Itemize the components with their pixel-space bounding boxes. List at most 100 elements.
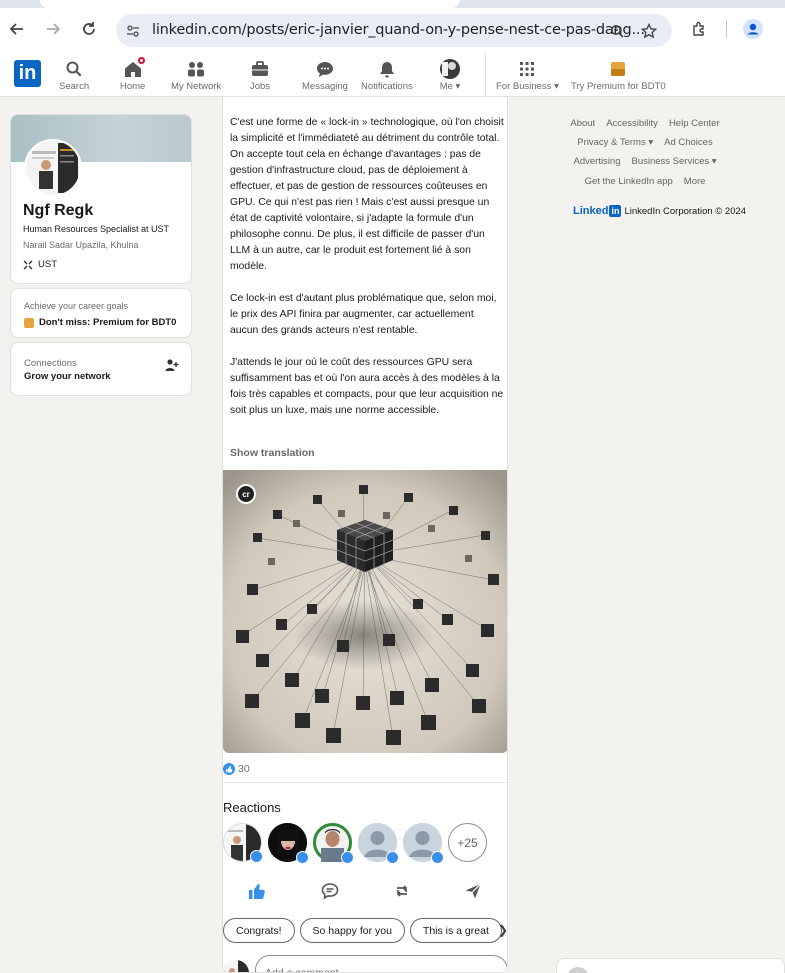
profile-company[interactable]: UST <box>23 259 57 270</box>
premium-icon <box>24 317 34 328</box>
reactor-avatar[interactable] <box>403 823 444 864</box>
nav-home[interactable]: Home <box>120 55 147 95</box>
address-bar[interactable]: linkedin.com/posts/eric-janvier_quand-on… <box>116 14 672 47</box>
comment-icon <box>321 883 339 900</box>
browser-chrome: linkedin.com/posts/eric-janvier_quand-on… <box>0 0 785 53</box>
footer-links-row: Advertising Business Services ▾ <box>520 156 770 167</box>
repost-button[interactable] <box>390 879 414 903</box>
post-image[interactable]: cr <box>223 470 507 753</box>
profile-location: Narail Sadar Upazila, Khulna <box>23 240 139 250</box>
avatar <box>223 960 249 972</box>
reactor-avatar[interactable] <box>358 823 399 864</box>
comment-box: Add a comment... <box>223 955 507 972</box>
quick-reply-chip[interactable]: This is a great <box>409 918 502 943</box>
network-icon <box>185 59 207 79</box>
more-reactors-button[interactable]: +25 <box>448 823 487 862</box>
thumbs-up-icon <box>249 884 265 899</box>
connections-card[interactable]: Connections Grow your network <box>10 342 192 396</box>
chevron-right-icon[interactable]: ❯ <box>498 923 507 937</box>
footer-links-row: Privacy & Terms ▾ Ad Choices <box>520 137 770 148</box>
active-tab[interactable] <box>40 0 460 8</box>
briefcase-icon <box>249 59 271 79</box>
profile-name[interactable]: Ngf Regk <box>23 202 93 220</box>
nav-notifications[interactable]: Notifications <box>361 59 413 95</box>
career-goals-card[interactable]: Achieve your career goals Don't miss: Pr… <box>10 288 192 338</box>
network-cubes-illustration <box>223 470 507 753</box>
connections-title: Connections <box>24 358 77 369</box>
messaging-icon <box>314 59 336 79</box>
reactor-avatar[interactable] <box>313 823 354 864</box>
forward-arrow-icon <box>47 23 61 35</box>
site-info-icon[interactable] <box>122 20 144 42</box>
premium-cta[interactable]: Don't miss: Premium for BDT0 <box>24 317 176 328</box>
profile-card[interactable]: Ngf Regk Human Resources Specialist at U… <box>10 114 192 284</box>
like-icon <box>431 851 444 864</box>
add-person-icon <box>165 359 179 371</box>
footer-link[interactable]: Business Services ▾ <box>631 156 716 167</box>
nav-my-network[interactable]: My Network <box>171 59 221 95</box>
footer-link[interactable]: About <box>570 118 595 129</box>
reactor-avatar[interactable] <box>223 823 263 863</box>
career-goals-title: Achieve your career goals <box>24 301 129 311</box>
quick-reply-chip[interactable]: Congrats! <box>223 918 295 943</box>
search-icon <box>63 59 85 79</box>
like-icon <box>341 851 354 864</box>
nav-for-business[interactable]: For Business ▾ <box>496 59 559 95</box>
footer-link[interactable]: Help Center <box>669 118 720 129</box>
footer-link[interactable]: Ad Choices <box>664 137 713 148</box>
company-icon <box>23 260 33 269</box>
quick-reply-chips: Congrats! So happy for you This is a gre… <box>223 918 502 943</box>
show-translation-button[interactable]: Show translation <box>230 447 315 459</box>
send-button[interactable] <box>461 879 485 903</box>
extensions-icon[interactable] <box>686 16 712 42</box>
messaging-overlay[interactable]: • • • <box>556 958 785 973</box>
profile-headline: Human Resources Specialist at UST <box>23 224 170 234</box>
post-paragraph: C'est une forme de « lock-in » technolog… <box>230 117 504 272</box>
forward-button[interactable] <box>40 16 66 42</box>
notification-dot <box>135 55 147 66</box>
grow-network-link[interactable]: Grow your network <box>24 371 111 382</box>
footer-links-row: About Accessibility Help Center <box>520 118 770 129</box>
reload-button[interactable] <box>76 16 102 42</box>
like-icon <box>386 851 399 864</box>
back-button[interactable] <box>4 16 30 42</box>
post-card: C'est une forme de « lock-in » technolog… <box>222 97 508 973</box>
nav-messaging[interactable]: Messaging <box>302 59 348 95</box>
nav-divider <box>485 53 486 97</box>
url-text[interactable]: linkedin.com/posts/eric-janvier_quand-on… <box>152 22 645 38</box>
like-icon <box>250 850 263 863</box>
divider <box>223 782 507 783</box>
reactor-avatar[interactable] <box>268 823 309 864</box>
profile-photo[interactable] <box>24 139 82 197</box>
linkedin-logo[interactable]: in <box>14 60 41 87</box>
footer-link[interactable]: Privacy & Terms ▾ <box>577 137 653 148</box>
profile-avatar-button[interactable] <box>740 16 766 42</box>
back-arrow-icon <box>9 23 23 35</box>
nav-try-premium[interactable]: Try Premium for BDT0 <box>571 59 666 95</box>
bookmark-star-icon[interactable] <box>638 20 660 42</box>
nav-jobs[interactable]: Jobs <box>249 59 271 95</box>
zoom-icon[interactable] <box>606 20 628 42</box>
post-body: C'est une forme de « lock-in » technolog… <box>230 115 504 435</box>
reactor-avatars: +25 <box>223 823 487 864</box>
grid-icon <box>516 59 538 79</box>
reload-icon <box>83 22 95 35</box>
nav-me[interactable]: Me ▾ <box>439 59 461 95</box>
reactions-heading: Reactions <box>223 800 281 815</box>
footer-link[interactable]: Accessibility <box>606 118 658 129</box>
quick-reply-chip[interactable]: So happy for you <box>299 918 405 943</box>
linkedin-wordmark: Linked in <box>573 205 622 217</box>
footer-link[interactable]: More <box>684 176 706 187</box>
comment-input[interactable]: Add a comment... <box>255 955 507 972</box>
nav-search[interactable]: Search <box>59 59 89 95</box>
comment-button[interactable] <box>318 879 342 903</box>
like-button[interactable] <box>245 879 269 903</box>
footer-link[interactable]: Advertising <box>573 156 620 167</box>
avatar <box>567 967 589 973</box>
reaction-count-row[interactable]: 30 <box>223 763 250 775</box>
home-icon <box>122 55 147 79</box>
footer-brand: Linked in LinkedIn Corporation © 2024 <box>573 205 746 217</box>
content-credentials-icon[interactable]: cr <box>236 484 256 504</box>
footer-link[interactable]: Get the LinkedIn app <box>585 176 673 187</box>
reaction-count: 30 <box>238 763 250 775</box>
